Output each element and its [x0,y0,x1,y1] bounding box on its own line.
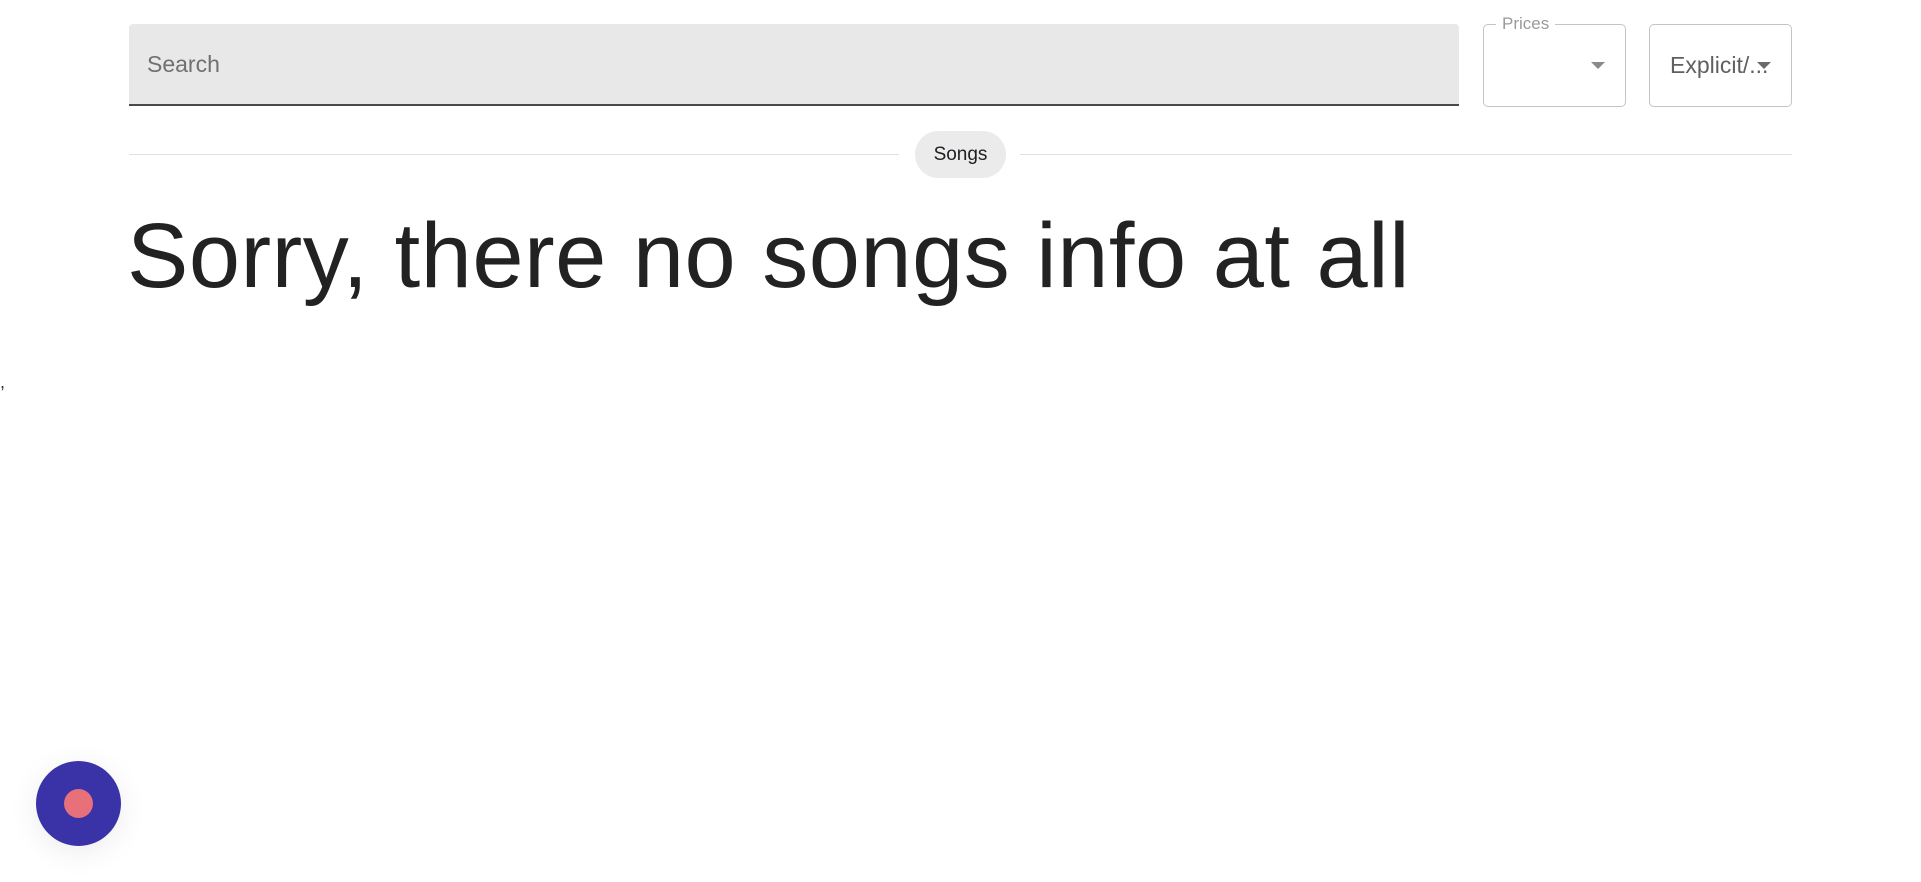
chevron-down-icon [1757,62,1771,69]
prices-select[interactable]: Prices [1483,14,1626,107]
explicit-select[interactable]: Explicit/... [1649,24,1792,107]
divider-right [1020,154,1792,155]
record-dot-icon [64,789,93,818]
divider-left [129,154,899,155]
empty-state-message: Sorry, there no songs info at all [127,205,1411,307]
songs-chip: Songs [915,131,1006,178]
search-field[interactable] [129,24,1459,106]
prices-label: Prices [1496,14,1556,34]
chevron-down-icon [1591,62,1605,69]
explicit-value: Explicit/... [1670,52,1769,78]
search-input[interactable] [147,24,1441,104]
stray-text: , [0,372,6,392]
floating-action-button[interactable] [36,761,121,846]
